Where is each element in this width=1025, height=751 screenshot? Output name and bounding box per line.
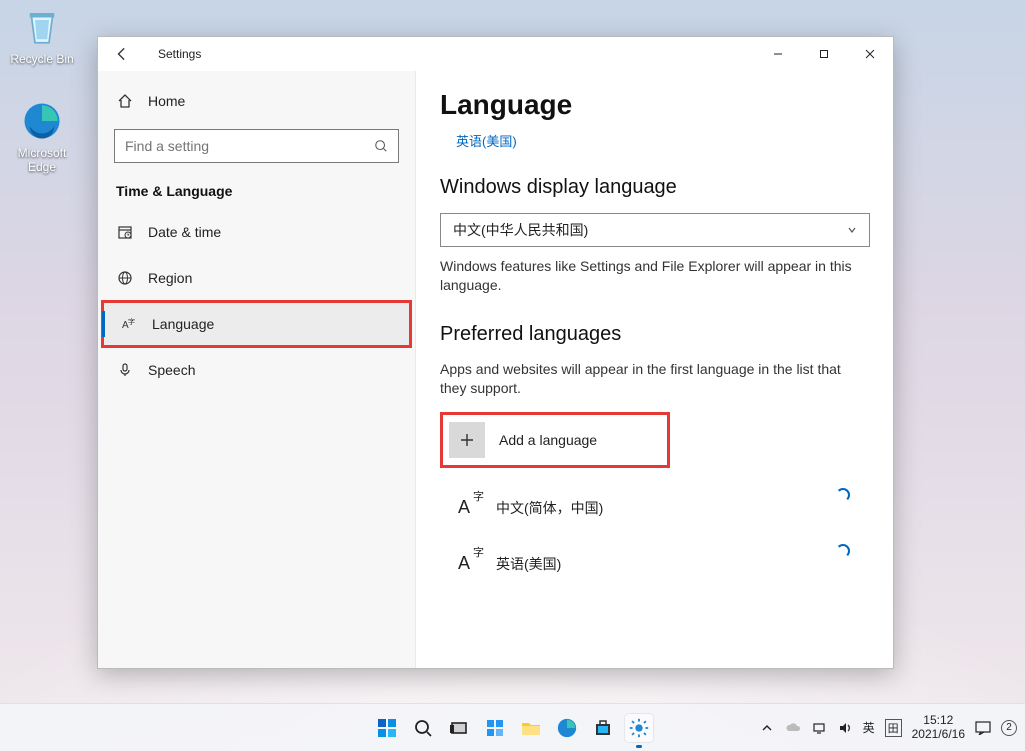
- settings-window: Settings Home Time & Language: [97, 36, 894, 669]
- edge-icon: [21, 100, 63, 142]
- sidebar-item-speech[interactable]: Speech: [98, 347, 415, 393]
- ime-language[interactable]: 英: [863, 719, 875, 736]
- notification-count[interactable]: 2: [1001, 720, 1017, 736]
- language-item[interactable]: A字 中文(简体，中国): [440, 480, 860, 536]
- svg-text:字: 字: [128, 317, 135, 326]
- nav-home[interactable]: Home: [98, 81, 415, 121]
- sidebar-item-label: Region: [148, 270, 192, 286]
- nav-home-label: Home: [148, 93, 185, 109]
- dropdown-value: 中文(中华人民共和国): [453, 220, 588, 240]
- loading-spinner-icon: [836, 544, 850, 558]
- sidebar: Home Time & Language Date & time Regio: [98, 71, 416, 668]
- taskbar-search-button[interactable]: [409, 714, 437, 742]
- chevron-down-icon: [847, 225, 857, 235]
- window-title: Settings: [158, 47, 201, 61]
- desktop-icon-label: Recycle Bin: [2, 52, 82, 66]
- language-glyph-icon: A字: [446, 546, 482, 582]
- titlebar: Settings: [98, 37, 893, 71]
- language-icon: A字: [120, 315, 138, 333]
- taskbar: 英 田 15:12 2021/6/16 2: [0, 703, 1025, 751]
- sidebar-item-label: Language: [152, 316, 214, 332]
- page-title: Language: [440, 89, 893, 121]
- search-input[interactable]: [125, 138, 374, 154]
- desktop-icon-recycle-bin[interactable]: Recycle Bin: [2, 6, 82, 66]
- sidebar-item-label: Date & time: [148, 224, 221, 240]
- sidebar-item-label: Speech: [148, 362, 195, 378]
- calendar-clock-icon: [116, 223, 134, 241]
- start-button[interactable]: [373, 714, 401, 742]
- notifications-icon[interactable]: [975, 720, 991, 736]
- section-display-language: Windows display language: [440, 176, 893, 199]
- network-icon[interactable]: [811, 720, 827, 736]
- volume-icon[interactable]: [837, 720, 853, 736]
- taskbar-time: 15:12: [912, 714, 965, 727]
- tray-chevron-icon[interactable]: [759, 720, 775, 736]
- system-tray: 英 田 15:12 2021/6/16 2: [759, 714, 1017, 740]
- search-box[interactable]: [114, 129, 399, 163]
- language-glyph-icon: A字: [446, 490, 482, 526]
- sidebar-item-date-time[interactable]: Date & time: [98, 209, 415, 255]
- desktop-icon-edge[interactable]: Microsoft Edge: [2, 100, 82, 174]
- search-icon: [374, 139, 388, 153]
- onedrive-icon[interactable]: [785, 720, 801, 736]
- ime-mode[interactable]: 田: [885, 719, 902, 737]
- keyboard-language-link[interactable]: 英语(美国): [456, 131, 517, 150]
- language-name: 英语(美国): [496, 554, 561, 574]
- preferred-languages-description: Apps and websites will appear in the fir…: [440, 360, 860, 398]
- file-explorer-button[interactable]: [517, 714, 545, 742]
- loading-spinner-icon: [836, 488, 850, 502]
- store-button[interactable]: [589, 714, 617, 742]
- language-item[interactable]: A字 英语(美国): [440, 536, 860, 592]
- add-language-button[interactable]: Add a language: [440, 412, 670, 468]
- display-language-description: Windows features like Settings and File …: [440, 257, 860, 295]
- section-preferred-languages: Preferred languages: [440, 323, 893, 346]
- sidebar-item-language[interactable]: A字 Language: [102, 301, 411, 347]
- globe-icon: [116, 269, 134, 287]
- widgets-button[interactable]: [481, 714, 509, 742]
- close-button[interactable]: [847, 39, 893, 69]
- recycle-bin-icon: [21, 6, 63, 48]
- home-icon: [116, 92, 134, 110]
- plus-icon: [449, 422, 485, 458]
- settings-taskbar-button[interactable]: [625, 714, 653, 742]
- display-language-dropdown[interactable]: 中文(中华人民共和国): [440, 213, 870, 247]
- microphone-icon: [116, 361, 134, 379]
- add-language-label: Add a language: [499, 432, 597, 448]
- desktop-icon-label: Microsoft Edge: [2, 146, 82, 174]
- sidebar-item-region[interactable]: Region: [98, 255, 415, 301]
- content-pane: Language 英语(美国) Windows display language…: [416, 71, 893, 668]
- back-button[interactable]: [112, 44, 132, 64]
- language-name: 中文(简体，中国): [496, 498, 603, 518]
- sidebar-section-label: Time & Language: [98, 177, 415, 209]
- task-view-button[interactable]: [445, 714, 473, 742]
- edge-taskbar-button[interactable]: [553, 714, 581, 742]
- maximize-button[interactable]: [801, 39, 847, 69]
- taskbar-clock[interactable]: 15:12 2021/6/16: [912, 714, 965, 740]
- taskbar-date: 2021/6/16: [912, 728, 965, 741]
- minimize-button[interactable]: [755, 39, 801, 69]
